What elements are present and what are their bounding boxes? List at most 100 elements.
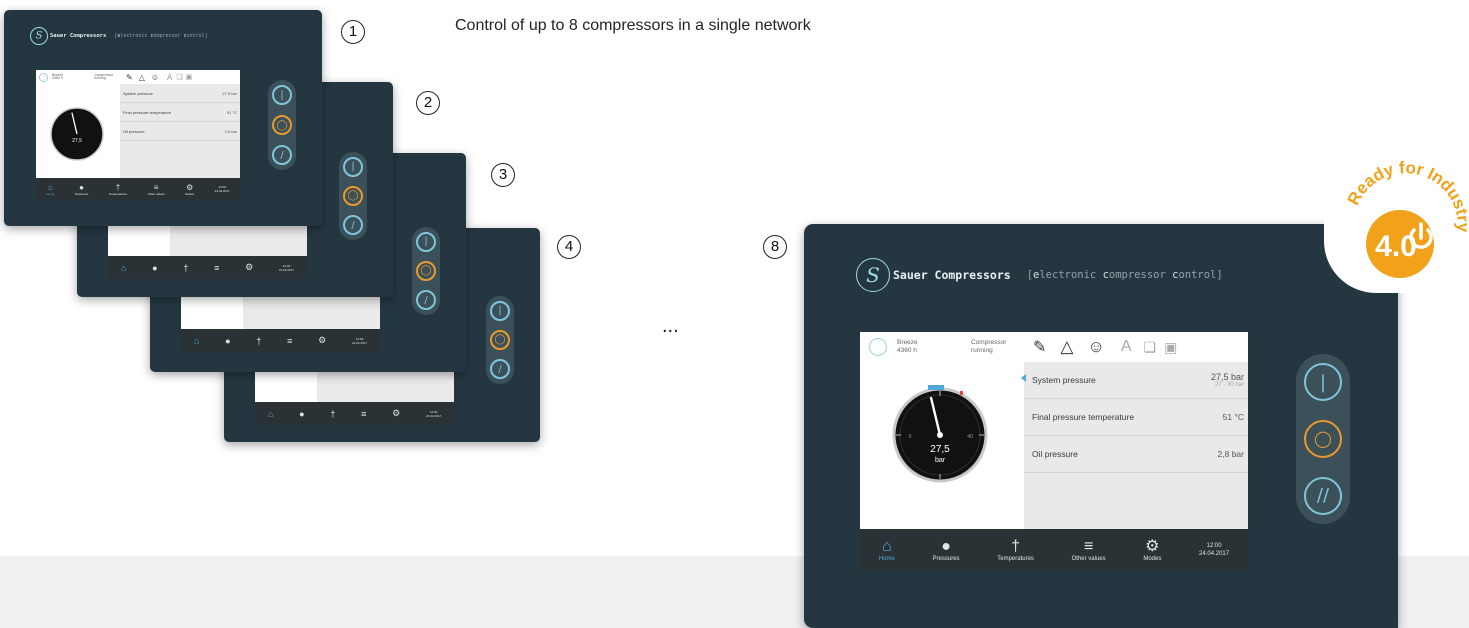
nav-thermometer-icon: † [330, 408, 336, 419]
nav-gear-icon: ⚙ [392, 408, 401, 418]
nav-pressures[interactable]: ● Pressures [933, 538, 960, 562]
nav-thermometer-icon: † [183, 262, 189, 273]
pressure-gauge: 27,5 [50, 107, 104, 161]
controller-8: Sauer Compressors [electronic compressor… [804, 224, 1398, 628]
marker-1: 1 [341, 20, 365, 44]
value-row: System pressure 27,5 bar [120, 84, 240, 103]
standby-button[interactable]: ◯ [343, 185, 363, 206]
gauge-value: 27,5 [72, 138, 82, 144]
gauge-icon: ● [941, 537, 951, 555]
controller-8-navbar: ⌂ Home ● Pressures † Temperatures ≡ Other va… [860, 529, 1248, 570]
gauge-icon: ● [79, 182, 84, 192]
nav-pressures[interactable]: ● Pressures [75, 183, 89, 196]
controller-2-navbar: ⌂ ● † ≡ ⚙ 12:00 24.04.2017 [108, 256, 307, 279]
scale-high-label: 40 [967, 434, 973, 440]
controller-2-buttons: | ◯ / [339, 152, 367, 240]
stop-button[interactable]: / [416, 290, 436, 311]
logo-icon [30, 27, 48, 45]
gauge-unit: bar [935, 457, 946, 464]
power-on-button[interactable]: | [416, 231, 436, 252]
power-on-button[interactable]: | [272, 85, 292, 105]
thermometer-icon: † [1011, 537, 1021, 555]
controller-3-navbar: ⌂ ● † ≡ ⚙ 12:00 24.04.2017 [181, 329, 380, 352]
nav-home[interactable]: ⌂ Home [879, 538, 895, 562]
controller-4-navbar: ⌂ ● † ≡ ⚙ 12:00 24.04.2017 [255, 402, 454, 425]
home-icon: ⌂ [47, 182, 53, 192]
warning-icon[interactable]: △ [1060, 337, 1073, 357]
user-icon[interactable]: ☺ [1087, 337, 1104, 357]
values-list: System pressure 27,5 bar 27 - 30 bar Fina… [1021, 362, 1248, 529]
standby-button[interactable]: ◯ [416, 260, 436, 281]
stop-button[interactable]: / [272, 145, 292, 165]
gauge-pane: 0 40 27,5 bar [860, 362, 1024, 529]
controller-3-buttons: | ◯ / [412, 227, 440, 315]
controller-8-buttons: | ◯ // [1296, 354, 1350, 524]
nav-list-icon: ≡ [361, 408, 367, 419]
clock: 12:00 24.04.2017 [1199, 542, 1230, 557]
export-icon[interactable]: ▣ [1164, 339, 1177, 356]
user-icon[interactable]: ☺ [151, 73, 159, 82]
status-bar: Breeze 4360 h Compressor running ✎ △ ☺ A … [36, 70, 240, 85]
home-icon: ⌂ [882, 537, 892, 555]
list-icon: ≡ [1083, 537, 1094, 555]
nav-other-values[interactable]: ≡ Other values [148, 183, 165, 196]
gear-icon: ⚙ [1145, 537, 1160, 555]
value-row: Oil pressure 2,8 bar [120, 122, 240, 141]
nav-gauge-icon: ● [299, 408, 305, 419]
value-row: System pressure 27,5 bar 27 - 30 bar [1021, 362, 1248, 399]
controller-1-buttons: | ◯ / [268, 80, 296, 170]
thermometer-icon: † [115, 182, 121, 192]
wrench-icon[interactable]: ✎ [126, 73, 133, 82]
font-size-button[interactable]: A [1121, 338, 1132, 356]
controller-1-navbar: ⌂ Home ● Pressures † Temperatures ≡ Other va… [36, 178, 240, 200]
logo-icon [856, 258, 890, 292]
copy-icon[interactable]: ❏ [1144, 339, 1157, 356]
power-on-button[interactable]: | [490, 300, 510, 321]
power-on-button[interactable]: | [1304, 363, 1342, 402]
wrench-icon[interactable]: ✎ [1033, 337, 1046, 357]
nav-home-icon: ⌂ [120, 262, 127, 273]
controller-3-screen: ⌂ ● † ≡ ⚙ 12:00 24.04.2017 [181, 297, 380, 352]
standby-button[interactable]: ◯ [490, 329, 510, 350]
stop-button[interactable]: / [343, 215, 363, 236]
controller-1-screen: Breeze 4360 h Compressor running ✎ △ ☺ A … [36, 70, 240, 200]
mode-icon [39, 72, 48, 82]
nav-temperatures[interactable]: † Temperatures [997, 538, 1034, 562]
nav-modes[interactable]: ⚙ Modes [185, 183, 194, 196]
nav-gauge-icon: ● [152, 262, 158, 273]
font-size-button[interactable]: A [167, 73, 172, 82]
value-row: Final pressure temperature 51 °C [120, 103, 240, 122]
gauge-value: 27,5 [930, 444, 950, 455]
marker-2: 2 [416, 91, 440, 115]
nav-other-values[interactable]: ≡ Other values [1072, 538, 1106, 562]
warning-icon[interactable]: △ [139, 73, 145, 82]
nav-thermometer-icon: † [256, 335, 262, 346]
controller-4-buttons: | ◯ / [486, 296, 514, 384]
controller-2-screen: ⌂ ● † ≡ ⚙ 12:00 24.04.2017 [108, 226, 307, 279]
marker-3: 3 [491, 163, 515, 187]
values-list: System pressure 27,5 bar Final pressure t… [120, 84, 240, 178]
standby-button[interactable]: ◯ [1304, 419, 1342, 458]
nav-gauge-icon: ● [225, 335, 231, 346]
pressure-gauge: 0 40 27,5 bar [892, 385, 988, 483]
copy-icon[interactable]: ❏ [176, 73, 182, 81]
controller-8-logo: Sauer Compressors [electronic compressor… [856, 258, 1223, 292]
selected-indicator [1021, 374, 1026, 382]
export-icon[interactable]: ▣ [186, 73, 193, 81]
clock: 12:00 24.04.2017 [214, 185, 230, 193]
nav-home[interactable]: ⌂ Home [46, 183, 54, 196]
nav-modes[interactable]: ⚙ Modes [1143, 538, 1161, 562]
nav-temperatures[interactable]: † Temperatures [109, 183, 127, 196]
stop-button[interactable]: / [490, 359, 510, 380]
marker-4: 4 [557, 235, 581, 259]
controller-4-screen: ⌂ ● † ≡ ⚙ 12:00 24.04.2017 [255, 372, 454, 425]
stop-button[interactable]: // [1304, 476, 1342, 515]
value-row: Final pressure temperature 51 °C [1024, 399, 1248, 436]
power-on-button[interactable]: | [343, 156, 363, 177]
value-row: Oil pressure 2,8 bar [1024, 436, 1248, 473]
ellipsis: ... [662, 315, 679, 337]
standby-button[interactable]: ◯ [272, 115, 292, 135]
mode-icon [869, 338, 887, 356]
nav-home-icon: ⌂ [267, 408, 274, 419]
nav-list-icon: ≡ [287, 335, 293, 346]
